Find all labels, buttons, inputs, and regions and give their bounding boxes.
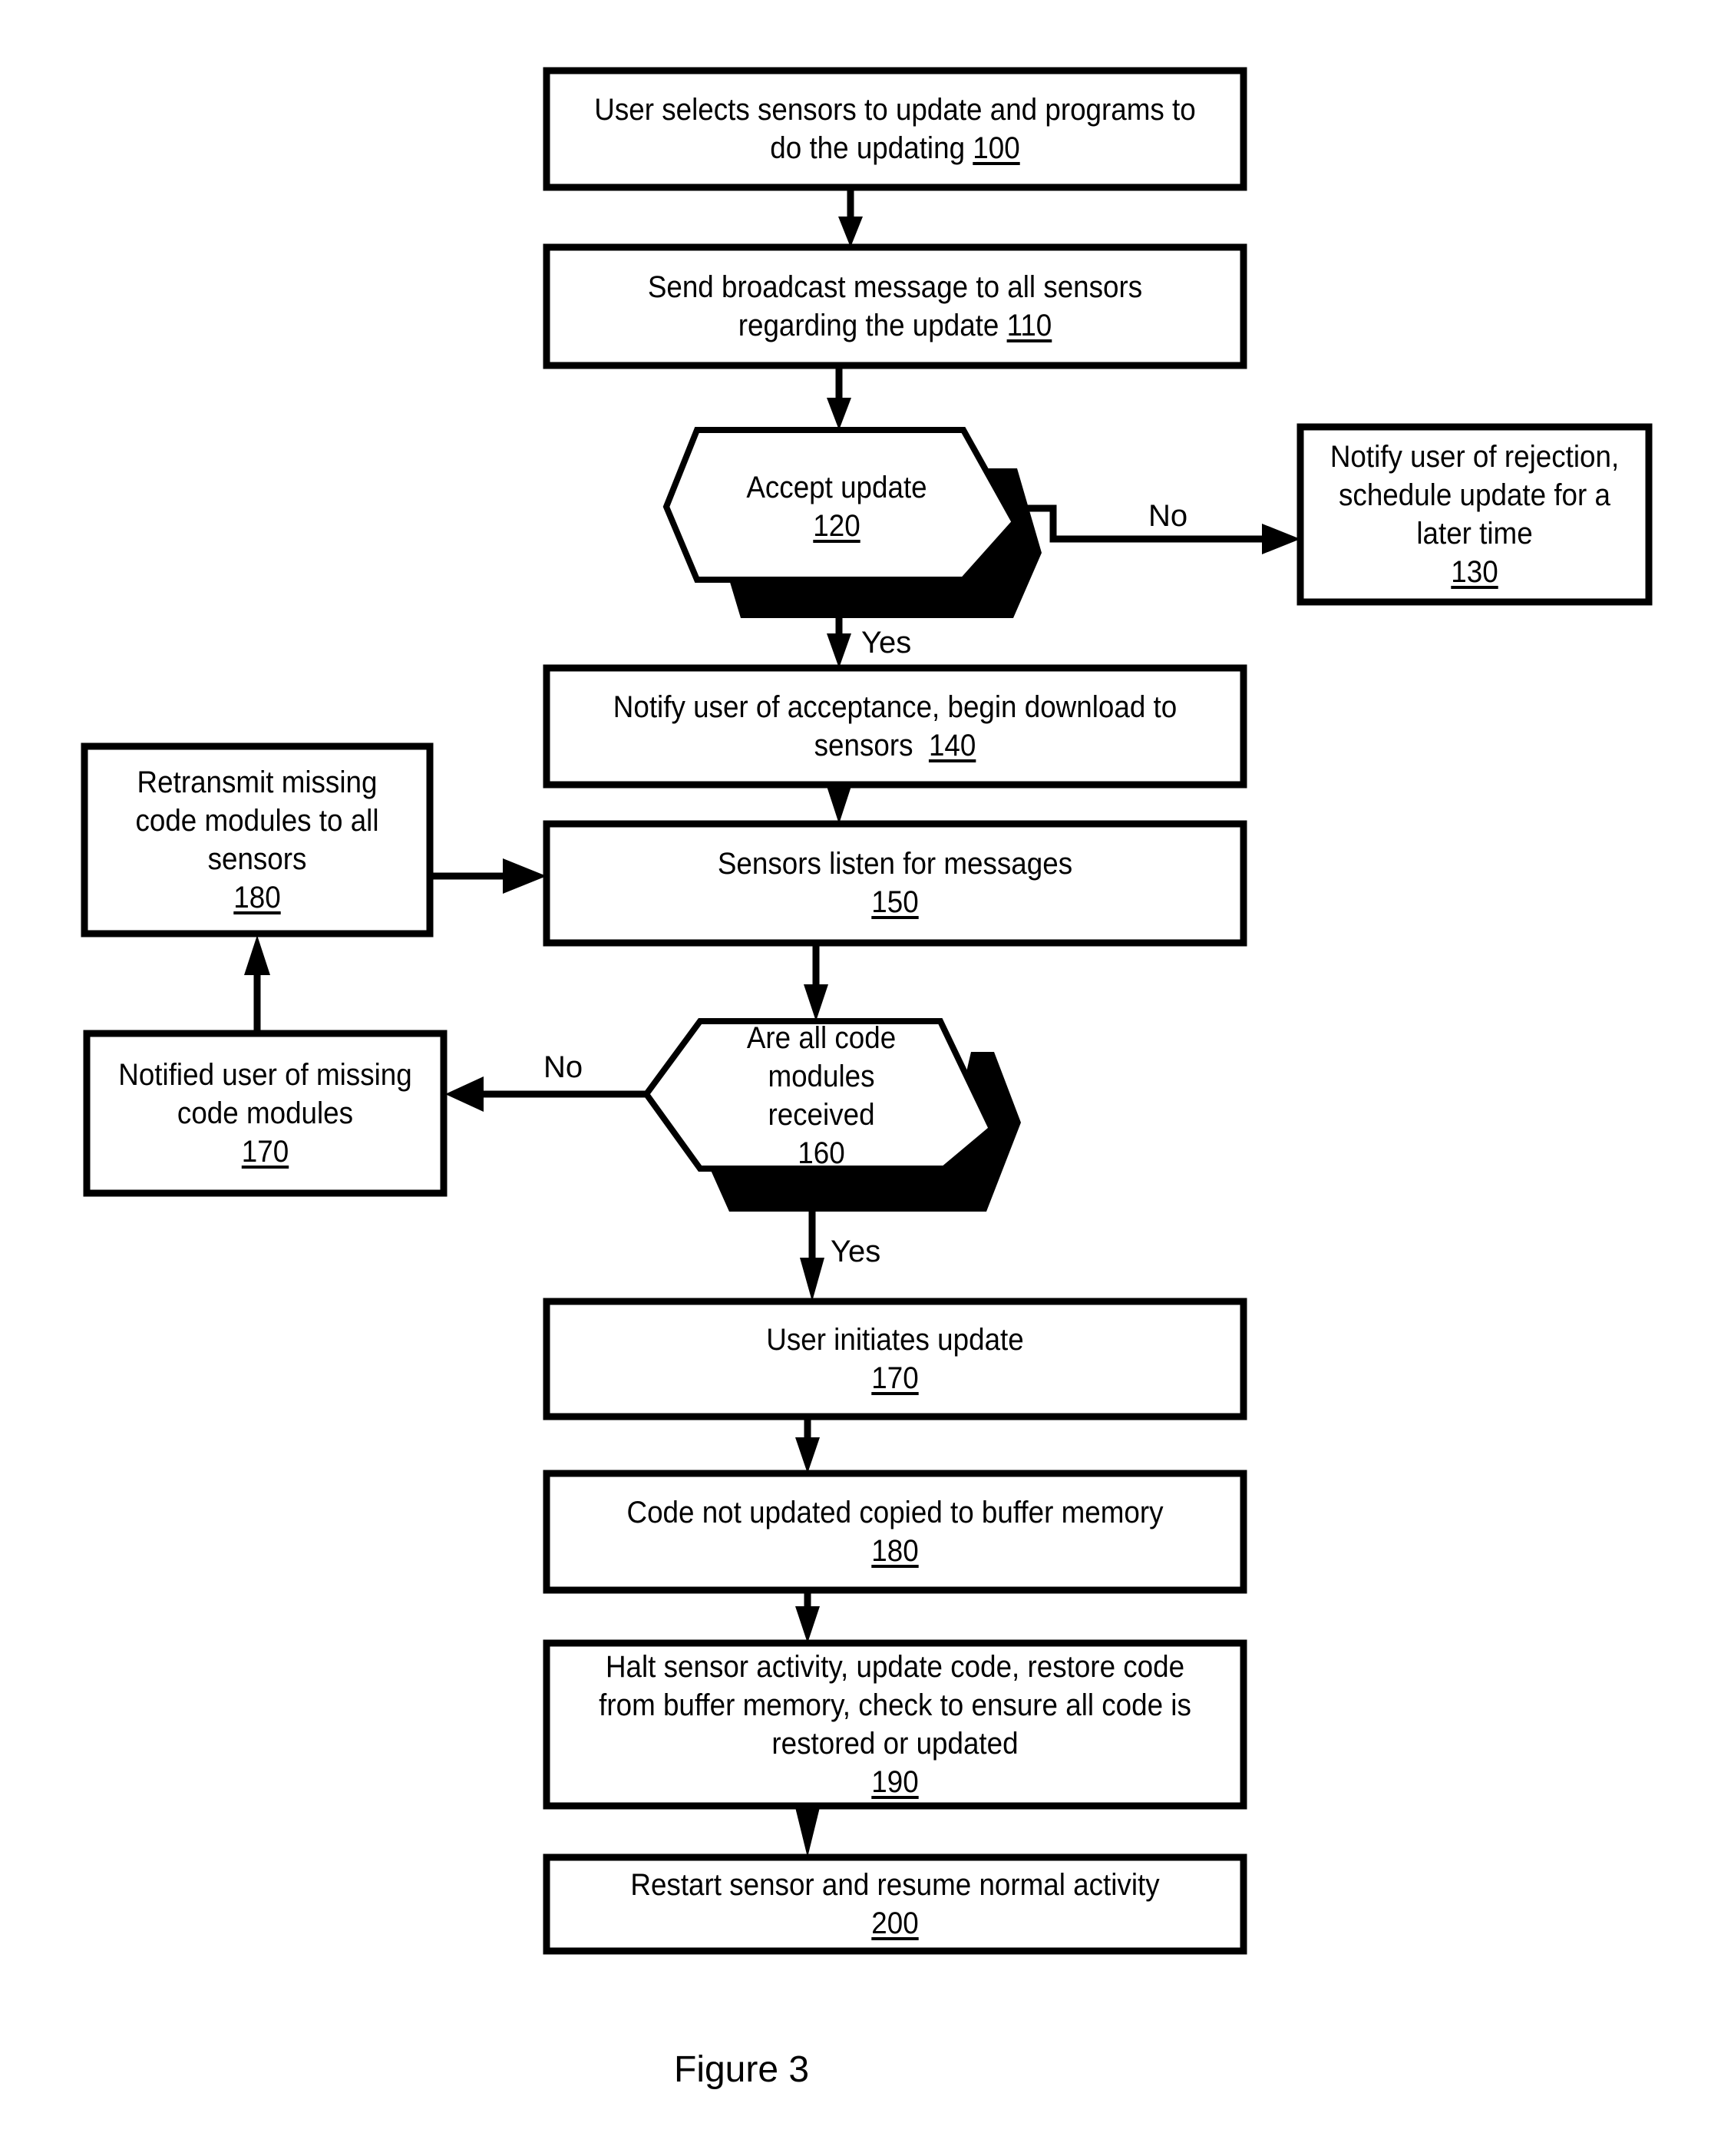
arrowhead-140-150 [827,786,851,824]
node-label-120: Accept update 120 [717,461,957,553]
node-ref-200: 200 [871,1906,919,1940]
arrowhead-160-170-left [445,1076,484,1112]
node-ref-100: 100 [973,131,1020,165]
node-text-190: Halt sensor activity, update code, resto… [599,1650,1191,1761]
node-label-150: Sensors listen for messages 150 [587,831,1203,935]
edge-label-120-yes: Yes [861,626,912,660]
arrowhead-120-140 [827,633,851,668]
node-ref-160: 160 [798,1136,845,1170]
node-ref-130: 130 [1451,555,1498,589]
arrowhead-190-200 [795,1807,820,1857]
node-text-120: Accept update [746,471,927,504]
node-ref-170: 170 [871,1361,919,1395]
node-label-140: Notify user of acceptance, begin downloa… [587,674,1203,779]
node-text-160: Are all code modules received [746,1021,897,1132]
figure-caption: Figure 3 [674,2049,810,2090]
node-text-150: Sensors listen for messages [717,847,1073,881]
node-text-180-left: Retransmit missing code modules to all s… [135,766,379,876]
edge-label-160-yes: Yes [831,1235,881,1268]
node-ref-140: 140 [928,729,976,762]
node-ref-180-left: 180 [233,881,281,914]
node-text-180: Code not updated copied to buffer memory [626,1496,1164,1529]
edge-label-120-no: No [1148,499,1188,533]
node-ref-180: 180 [871,1534,919,1568]
node-label-100: User selects sensors to update and progr… [587,77,1203,181]
node-label-170-left: Notified user of missing code modules 17… [104,1040,426,1186]
node-text-170-left: Notified user of missing code modules [118,1058,412,1130]
node-text-100: User selects sensors to update and progr… [594,93,1196,165]
node-ref-120: 120 [813,509,860,543]
node-label-190: Halt sensor activity, update code, resto… [582,1647,1209,1802]
node-label-110: Send broadcast message to all sensors re… [629,253,1161,359]
node-label-180: Code not updated copied to buffer memory… [587,1480,1203,1584]
node-text-110: Send broadcast message to all sensors re… [647,270,1143,342]
arrowhead-150-160 [804,984,828,1021]
node-text-130: Notify user of rejection, schedule updat… [1329,440,1620,551]
node-text-170: User initiates update [766,1323,1024,1357]
node-label-170: User initiates update 170 [587,1308,1203,1410]
node-ref-150: 150 [871,885,919,919]
node-ref-170-left: 170 [241,1135,289,1169]
arrowhead-160-170 [800,1258,824,1301]
node-ref-190: 190 [871,1765,919,1799]
arrowhead-120-130 [1262,524,1300,554]
node-label-180-left: Retransmit missing code modules to all s… [109,752,405,928]
arrowhead-100-110 [838,217,863,247]
arrowhead-180-190 [795,1606,820,1643]
node-label-200: Restart sensor and resume normal activit… [587,1862,1203,1946]
arrowhead-170-left-180-left [244,935,270,975]
node-label-130: Notify user of rejection, schedule updat… [1324,432,1625,597]
edge-label-160-no: No [543,1050,583,1084]
node-label-160: Are all code modules received 160 [719,1021,924,1170]
connector-120-130 [1013,504,1267,543]
arrowhead-180-left-150 [503,858,547,894]
arrowhead-170-180 [795,1437,820,1473]
node-text-140: Notify user of acceptance, begin downloa… [613,690,1178,762]
arrowhead-110-120 [827,398,851,430]
node-ref-110: 110 [1006,309,1052,342]
node-text-200: Restart sensor and resume normal activit… [630,1868,1160,1902]
